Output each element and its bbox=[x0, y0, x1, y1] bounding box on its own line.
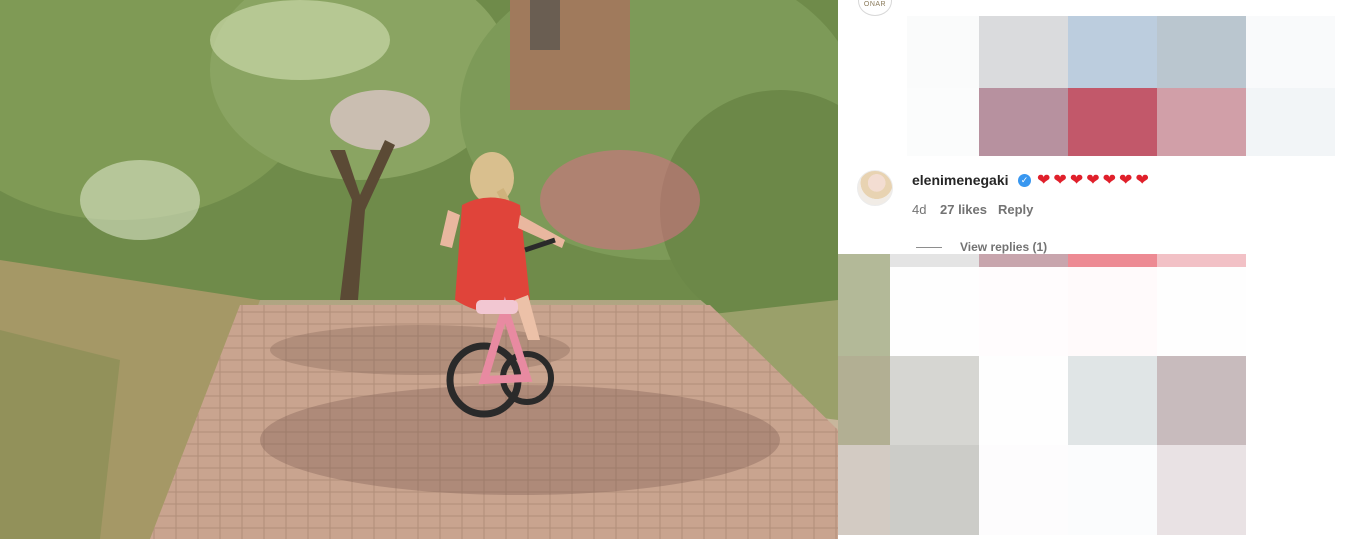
pixelated-block bbox=[1246, 88, 1335, 156]
pixelated-block bbox=[890, 356, 979, 445]
pixelated-block bbox=[1157, 445, 1246, 535]
pixelated-block bbox=[1068, 267, 1157, 356]
comment-age[interactable]: 4d bbox=[912, 202, 926, 217]
pixelated-block bbox=[838, 254, 890, 356]
pixelated-block bbox=[1157, 16, 1246, 88]
replies-divider bbox=[916, 247, 942, 248]
pixelated-block bbox=[979, 445, 1068, 535]
pixelated-block bbox=[1157, 356, 1246, 445]
pixelated-block bbox=[979, 254, 1068, 267]
comment-username[interactable]: elenimenegaki bbox=[912, 172, 1009, 188]
pixelated-block bbox=[890, 445, 979, 535]
verified-badge-icon: ✓ bbox=[1018, 174, 1031, 187]
pixelated-block bbox=[1157, 88, 1246, 156]
pixelated-block bbox=[979, 16, 1068, 88]
view-replies-button[interactable]: View replies (1) bbox=[960, 240, 1047, 254]
reply-button[interactable]: Reply bbox=[998, 202, 1033, 217]
pixelated-block bbox=[979, 356, 1068, 445]
pixelated-block bbox=[890, 254, 979, 267]
pixelated-block bbox=[838, 445, 890, 535]
pixelated-block bbox=[1068, 16, 1157, 88]
pixelated-block bbox=[1246, 16, 1335, 88]
avatar-logo-text: ONAR bbox=[863, 1, 887, 8]
pixelated-block bbox=[907, 88, 979, 156]
pixelated-block bbox=[1157, 254, 1246, 267]
pixelated-block bbox=[979, 267, 1068, 356]
pixelated-block bbox=[1068, 356, 1157, 445]
comment-text: ❤❤❤❤❤❤❤ bbox=[1037, 172, 1152, 189]
pixelated-block bbox=[1068, 445, 1157, 535]
pixelated-block bbox=[1157, 267, 1246, 356]
pixelated-block bbox=[907, 16, 979, 88]
pixelated-block bbox=[838, 356, 890, 445]
pixelated-block bbox=[1068, 254, 1157, 267]
post-photo[interactable] bbox=[0, 0, 838, 539]
photo-artwork bbox=[0, 0, 838, 539]
avatar[interactable] bbox=[857, 170, 893, 206]
pixelated-block bbox=[1068, 88, 1157, 156]
pixelated-block bbox=[890, 267, 979, 356]
comment-likes[interactable]: 27 likes bbox=[940, 202, 987, 217]
pixelated-block bbox=[979, 88, 1068, 156]
